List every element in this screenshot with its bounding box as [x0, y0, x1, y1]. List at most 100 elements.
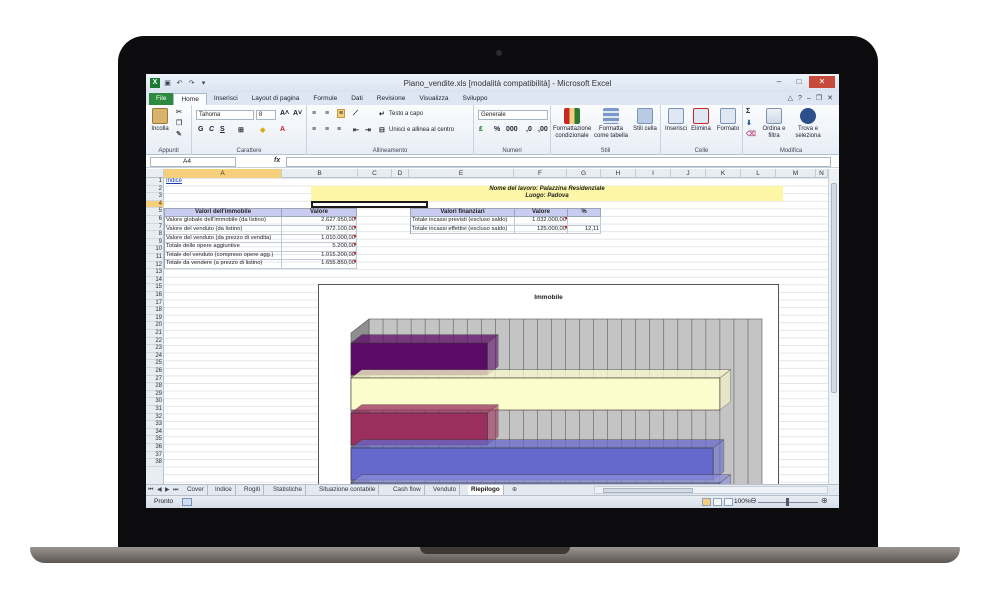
orientation-icon[interactable]: ⟋ [353, 110, 358, 118]
vertical-scrollbar[interactable] [828, 169, 839, 484]
column-header[interactable]: F [514, 169, 567, 178]
column-header[interactable]: A [164, 169, 282, 178]
immobile-chart[interactable]: Immobile [318, 284, 779, 484]
sheet-tab-cash-flow[interactable]: Cash flow [390, 485, 425, 495]
row-header[interactable]: 12 [146, 262, 164, 270]
insert-cells-button[interactable]: Inserisci [663, 108, 689, 133]
horizontal-scrollbar[interactable] [594, 486, 828, 494]
new-sheet-icon[interactable]: ⊕ [512, 485, 517, 495]
sort-filter-button[interactable]: Ordina e filtra [759, 108, 789, 140]
column-header[interactable]: E [409, 169, 514, 178]
row-header[interactable]: 1 [146, 178, 164, 186]
table-cell-percent[interactable] [568, 217, 601, 226]
borders-icon[interactable]: ⊞ [238, 126, 244, 134]
sheet-tab-statistiche[interactable]: Statistiche [270, 485, 307, 495]
delete-cells-button[interactable]: Elimina [689, 108, 713, 133]
row-header[interactable]: 18 [146, 307, 164, 315]
selected-cell-a4[interactable] [311, 200, 428, 209]
fill-color-icon[interactable]: ◈ [260, 126, 265, 134]
column-header[interactable]: C [358, 169, 392, 178]
row-header[interactable]: 30 [146, 398, 164, 406]
thousands-icon[interactable]: 000 [506, 126, 518, 133]
horizontal-scroll-thumb[interactable] [603, 488, 693, 493]
format-as-table-button[interactable]: Formatta come tabella [593, 108, 629, 140]
row-header[interactable]: 24 [146, 353, 164, 361]
row-header[interactable]: 11 [146, 254, 164, 262]
number-format-select[interactable]: Generale [478, 110, 548, 120]
maximize-button[interactable]: □ [789, 76, 809, 88]
window-close-icon[interactable]: ✕ [827, 93, 833, 105]
row-header[interactable]: 17 [146, 300, 164, 308]
row-header[interactable]: 8 [146, 231, 164, 239]
table-cell-value[interactable]: 1.015.200,00 [282, 251, 357, 261]
zoom-level[interactable]: 100% [734, 498, 751, 505]
tab-revisione[interactable]: Revisione [370, 93, 413, 105]
row-header[interactable]: 2 [146, 186, 164, 194]
page-break-view-button[interactable] [724, 498, 733, 506]
table-cell-label[interactable]: Totale incassi effettivi (escluso saldo) [411, 225, 515, 235]
copy-icon[interactable]: ❐ [176, 119, 182, 127]
row-header[interactable]: 19 [146, 315, 164, 323]
column-header[interactable]: L [741, 169, 776, 178]
row-header[interactable]: 26 [146, 368, 164, 376]
tab-home[interactable]: Home [173, 93, 207, 105]
row-header[interactable]: 22 [146, 338, 164, 346]
row-header[interactable]: 32 [146, 414, 164, 422]
zoom-out-icon[interactable]: ⊖ [750, 497, 757, 505]
table-cell-label[interactable]: Totale da vendere (a prezzo di listino) [165, 260, 282, 270]
sheet-tab-cover[interactable]: Cover [184, 485, 208, 495]
tab-visualizza[interactable]: Visualizza [412, 93, 455, 105]
align-left-icon[interactable]: ≡ [312, 126, 316, 133]
merge-center-button[interactable]: Unisci e allinea al centro [389, 127, 454, 134]
vertical-scroll-thumb[interactable] [831, 183, 837, 393]
collapse-ribbon-icon[interactable]: △ [788, 93, 793, 105]
row-header[interactable]: 27 [146, 376, 164, 384]
increase-indent-icon[interactable]: ⇥ [365, 126, 371, 134]
row-header[interactable]: 33 [146, 421, 164, 429]
column-header[interactable]: H [601, 169, 636, 178]
undo-icon[interactable]: ↶ [175, 79, 184, 88]
align-middle-icon[interactable]: ≡ [325, 110, 329, 117]
row-header[interactable]: 21 [146, 330, 164, 338]
help-icon[interactable]: ? [798, 93, 802, 105]
macro-record-icon[interactable] [182, 498, 192, 506]
zoom-in-icon[interactable]: ⊕ [821, 497, 828, 505]
row-header[interactable]: 29 [146, 391, 164, 399]
row-header[interactable]: 9 [146, 239, 164, 247]
table-cell-value[interactable]: 1.032.000,00 [515, 217, 568, 226]
autosum-icon[interactable]: Σ [746, 108, 750, 115]
table-cell-label[interactable]: Valore del venduto (da listino) [165, 225, 282, 235]
page-layout-view-button[interactable] [713, 498, 722, 506]
column-header[interactable]: K [706, 169, 741, 178]
index-link[interactable]: Indice [166, 178, 182, 186]
next-sheet-icon[interactable]: ▶ [165, 485, 170, 495]
cell-styles-button[interactable]: Stili cella [631, 108, 659, 133]
column-header[interactable]: M [776, 169, 816, 178]
table-cell-value[interactable]: 2.627.950,00 [282, 217, 357, 226]
sheet-tab-indice[interactable]: Indice [212, 485, 236, 495]
align-center-icon[interactable]: ≡ [325, 126, 329, 133]
table-cell-label[interactable]: Totale incassi previsti (escluso saldo) [411, 217, 515, 226]
format-cells-button[interactable]: Formato [715, 108, 741, 133]
sheet-tab-rogiti[interactable]: Rogiti [241, 485, 265, 495]
table-cell-label[interactable]: Valore del venduto (da prezzo di vendita… [165, 234, 282, 244]
function-icon[interactable]: fx [274, 157, 280, 164]
window-restore-icon[interactable]: ❐ [816, 93, 822, 105]
row-header[interactable]: 38 [146, 459, 164, 467]
row-header[interactable]: 7 [146, 224, 164, 232]
font-size-select[interactable]: 8 [256, 110, 276, 120]
formula-input[interactable] [286, 157, 831, 167]
worksheet-grid[interactable]: Indice Nome del lavoro: Palazzina Reside… [164, 178, 828, 484]
row-header[interactable]: 35 [146, 436, 164, 444]
row-header[interactable]: 31 [146, 406, 164, 414]
clear-icon[interactable]: ⌫ [746, 130, 756, 138]
row-header[interactable]: 5 [146, 208, 164, 216]
paste-button[interactable]: Incolla [150, 108, 170, 133]
save-icon[interactable]: ▣ [163, 79, 172, 88]
wrap-text-button[interactable]: Testo a capo [389, 111, 423, 118]
decrease-decimal-icon[interactable]: ,00 [538, 126, 548, 133]
align-bottom-icon[interactable]: ≡ [337, 109, 346, 118]
column-header[interactable]: G [567, 169, 601, 178]
row-header[interactable]: 13 [146, 269, 164, 277]
percent-icon[interactable]: % [494, 126, 500, 133]
